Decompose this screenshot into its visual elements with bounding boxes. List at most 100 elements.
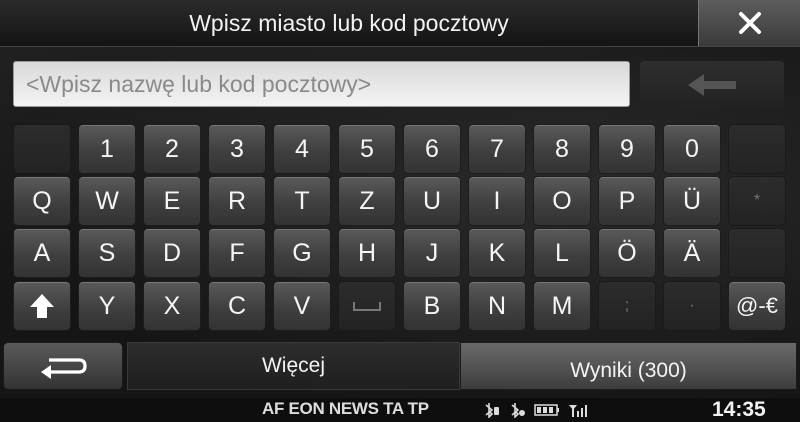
close-button[interactable] bbox=[698, 0, 800, 46]
key-label: S bbox=[98, 238, 116, 267]
key-Z[interactable]: Z bbox=[338, 176, 396, 226]
return-arrow-icon bbox=[41, 358, 87, 379]
key-W[interactable]: W bbox=[78, 176, 136, 226]
status-bar: AF EON NEWS TA TP 14:35 bbox=[0, 398, 800, 422]
more-button[interactable]: Więcej bbox=[127, 342, 460, 390]
page-title: Wpisz miasto lub kod pocztowy bbox=[189, 9, 509, 36]
key-2[interactable]: 2 bbox=[143, 124, 201, 174]
back-button[interactable] bbox=[3, 342, 123, 390]
key-K[interactable]: K bbox=[468, 228, 526, 278]
key-label: I bbox=[493, 186, 501, 215]
key-I[interactable]: I bbox=[468, 176, 526, 226]
key-label: 7 bbox=[490, 134, 504, 163]
key-T[interactable]: T bbox=[273, 176, 331, 226]
key-X[interactable]: X bbox=[143, 281, 201, 331]
key-U[interactable]: U bbox=[403, 176, 461, 226]
key-Ö[interactable]: Ö bbox=[598, 228, 656, 278]
key-label: Q bbox=[32, 186, 52, 215]
backspace-button[interactable] bbox=[640, 61, 784, 109]
key-6[interactable]: 6 bbox=[403, 124, 461, 174]
key-J[interactable]: J bbox=[403, 228, 461, 278]
key-label: X bbox=[163, 291, 181, 320]
key-1[interactable]: 1 bbox=[78, 124, 136, 174]
key-*: * bbox=[728, 176, 786, 226]
key-label: G bbox=[292, 238, 312, 267]
key-blank bbox=[13, 124, 71, 174]
key-L[interactable]: L bbox=[533, 228, 591, 278]
key-Ä[interactable]: Ä bbox=[663, 228, 721, 278]
key-label: * bbox=[753, 192, 761, 209]
key-label: A bbox=[33, 238, 51, 267]
key-label: P bbox=[618, 186, 636, 215]
key-label: E bbox=[163, 186, 181, 215]
key-F[interactable]: F bbox=[208, 228, 266, 278]
key-3[interactable]: 3 bbox=[208, 124, 266, 174]
key-M[interactable]: M bbox=[533, 281, 591, 331]
bluetooth-audio-icon bbox=[511, 403, 525, 418]
key-7[interactable]: 7 bbox=[468, 124, 526, 174]
key-label: Y bbox=[98, 291, 116, 320]
key-9[interactable]: 9 bbox=[598, 124, 656, 174]
key-;: ; bbox=[598, 281, 656, 331]
radio-indicators: AF EON NEWS TA TP bbox=[262, 399, 429, 418]
key-label: V bbox=[293, 291, 311, 320]
key-label: C bbox=[227, 291, 247, 320]
key-label: W bbox=[95, 186, 119, 215]
key-label: J bbox=[425, 238, 439, 267]
key-V[interactable]: V bbox=[273, 281, 331, 331]
key-@-€[interactable]: @-€ bbox=[728, 281, 786, 331]
key-E[interactable]: E bbox=[143, 176, 201, 226]
key-A[interactable]: A bbox=[13, 228, 71, 278]
key-label: T bbox=[294, 186, 310, 215]
key-label: N bbox=[487, 291, 507, 320]
key-blank bbox=[728, 124, 786, 174]
key-Y[interactable]: Y bbox=[78, 281, 136, 331]
shift-key[interactable] bbox=[13, 281, 71, 331]
battery-icon bbox=[534, 404, 559, 416]
key-D[interactable]: D bbox=[143, 228, 201, 278]
key-label: @-€ bbox=[736, 293, 778, 318]
key-label: Ö bbox=[617, 238, 637, 267]
shift-arrow-icon bbox=[30, 294, 54, 318]
bluetooth-phone-icon bbox=[485, 403, 499, 418]
status-icons bbox=[482, 401, 588, 419]
key-5[interactable]: 5 bbox=[338, 124, 396, 174]
key-label: 6 bbox=[425, 134, 439, 163]
title-bar: Wpisz miasto lub kod pocztowy bbox=[0, 0, 800, 47]
key-label: D bbox=[162, 238, 182, 267]
key-label: Ä bbox=[683, 238, 701, 267]
key-H[interactable]: H bbox=[338, 228, 396, 278]
key-label: K bbox=[488, 238, 506, 267]
space-key bbox=[338, 281, 396, 331]
key-C[interactable]: C bbox=[208, 281, 266, 331]
space-icon bbox=[353, 302, 381, 311]
key-R[interactable]: R bbox=[208, 176, 266, 226]
key-label: R bbox=[227, 186, 247, 215]
key-4[interactable]: 4 bbox=[273, 124, 331, 174]
key-label: 4 bbox=[295, 134, 309, 163]
key-N[interactable]: N bbox=[468, 281, 526, 331]
key-0[interactable]: 0 bbox=[663, 124, 721, 174]
key-8[interactable]: 8 bbox=[533, 124, 591, 174]
key-label: · bbox=[689, 297, 695, 314]
key-label: B bbox=[423, 291, 441, 320]
key-Q[interactable]: Q bbox=[13, 176, 71, 226]
key-G[interactable]: G bbox=[273, 228, 331, 278]
key-blank bbox=[728, 228, 786, 278]
key-B[interactable]: B bbox=[403, 281, 461, 331]
key-Ü[interactable]: Ü bbox=[663, 176, 721, 226]
results-button[interactable]: Wyniki (300) bbox=[460, 342, 797, 390]
key-S[interactable]: S bbox=[78, 228, 136, 278]
search-input[interactable] bbox=[13, 61, 630, 107]
key-label: 5 bbox=[360, 134, 374, 163]
key-label: O bbox=[552, 186, 572, 215]
key-P[interactable]: P bbox=[598, 176, 656, 226]
key-label: 2 bbox=[165, 134, 179, 163]
clock: 14:35 bbox=[712, 398, 766, 421]
close-icon bbox=[739, 12, 761, 34]
key-label: F bbox=[229, 238, 245, 267]
key-label: H bbox=[357, 238, 377, 267]
signal-icon bbox=[569, 405, 587, 417]
key-O[interactable]: O bbox=[533, 176, 591, 226]
key-label: 8 bbox=[555, 134, 569, 163]
